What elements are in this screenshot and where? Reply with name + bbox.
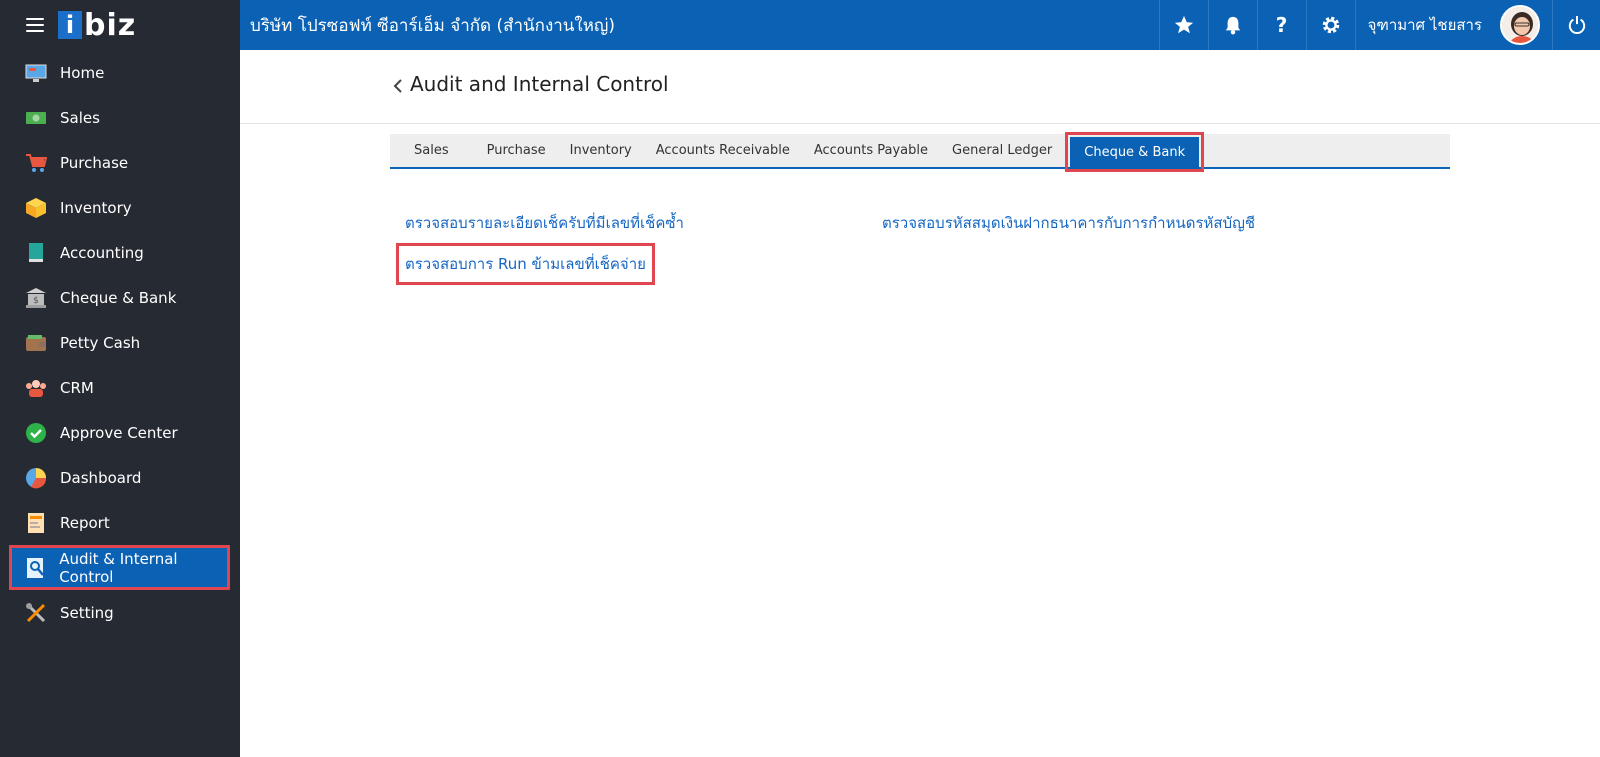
check-circle-icon [25, 422, 47, 444]
back-chevron-icon[interactable] [388, 76, 408, 96]
sidebar-item-audit-internal-control[interactable]: Audit & Internal Control [9, 545, 230, 590]
sidebar: i biz Home Sales Purchase Inventory Acco… [0, 0, 240, 757]
sidebar-item-inventory[interactable]: Inventory [0, 185, 240, 230]
sidebar-item-label: Accounting [60, 243, 144, 262]
monitor-icon [25, 62, 47, 84]
tab-sales[interactable]: Sales [390, 134, 475, 167]
tab-cheque-bank[interactable]: Cheque & Bank [1065, 132, 1205, 172]
sidebar-item-label: Approve Center [60, 423, 178, 442]
sidebar-item-crm[interactable]: CRM [0, 365, 240, 410]
tools-icon [25, 602, 47, 624]
settings-gear-icon[interactable] [1305, 0, 1355, 50]
tab-accounts-payable[interactable]: Accounts Payable [802, 134, 940, 167]
link-duplicate-received-cheque[interactable]: ตรวจสอบรายละเอียดเช็ครับที่มีเลขที่เช็คซ… [405, 211, 684, 235]
box-icon [25, 197, 47, 219]
sidebar-item-accounting[interactable]: Accounting [0, 230, 240, 275]
sidebar-item-label: Report [60, 513, 110, 532]
hamburger-menu-icon[interactable] [26, 18, 44, 32]
sidebar-item-dashboard[interactable]: Dashboard [0, 455, 240, 500]
sidebar-item-label: Petty Cash [60, 333, 141, 352]
power-logout-icon[interactable] [1552, 0, 1600, 50]
app-logo[interactable]: i biz [58, 8, 136, 43]
logo-text: biz [84, 7, 137, 43]
sidebar-item-petty-cash[interactable]: Petty Cash [0, 320, 240, 365]
sidebar-menu: Home Sales Purchase Inventory Accounting… [0, 50, 240, 635]
notification-bell-icon[interactable] [1207, 0, 1257, 50]
link-skipped-paid-cheque-run[interactable]: ตรวจสอบการ Run ข้ามเลขที่เช็คจ่าย [396, 243, 655, 285]
user-name: จุฑามาศ ไชยสาร [1367, 16, 1482, 34]
sidebar-item-label: Inventory [60, 198, 132, 217]
favorite-star-icon[interactable] [1158, 0, 1208, 50]
tab-general-ledger[interactable]: General Ledger [940, 134, 1064, 167]
logo-letter: i [58, 11, 82, 39]
book-icon [25, 242, 47, 264]
sidebar-item-cheque-bank[interactable]: $ Cheque & Bank [0, 275, 240, 320]
people-icon [25, 377, 47, 399]
sidebar-item-sales[interactable]: Sales [0, 95, 240, 140]
sidebar-item-label: Home [60, 63, 105, 82]
sidebar-item-label: Cheque & Bank [60, 288, 177, 307]
sidebar-item-label: Setting [60, 603, 114, 622]
help-icon[interactable]: ? [1256, 0, 1306, 50]
sidebar-item-approve-center[interactable]: Approve Center [0, 410, 240, 455]
sidebar-item-setting[interactable]: Setting [0, 590, 240, 635]
link-bank-book-account-code[interactable]: ตรวจสอบรหัสสมุดเงินฝากธนาคารกับการกำหนดร… [882, 211, 1255, 235]
sidebar-item-label: Sales [60, 108, 100, 127]
module-tabs: Sales Purchase Inventory Accounts Receiv… [390, 132, 1450, 172]
sidebar-item-report[interactable]: Report [0, 500, 240, 545]
top-header: บริษัท โปรซอฟท์ ซีอาร์เอ็ม จำกัด (สำนักง… [240, 0, 1600, 50]
sidebar-item-label: CRM [60, 378, 94, 397]
tab-accounts-receivable[interactable]: Accounts Receivable [644, 134, 802, 167]
audit-icon [25, 557, 46, 579]
bank-icon: $ [25, 287, 47, 309]
wallet-icon [25, 332, 47, 354]
avatar[interactable] [1500, 5, 1540, 45]
user-menu[interactable]: จุฑามาศ ไชยสาร [1354, 0, 1500, 50]
page-header: Audit and Internal Control [240, 50, 1600, 124]
sidebar-item-label: Audit & Internal Control [59, 549, 178, 586]
cart-icon [25, 152, 47, 174]
report-icon [25, 512, 47, 534]
cash-icon [25, 107, 47, 129]
sidebar-item-label: Purchase [60, 153, 129, 172]
sidebar-item-home[interactable]: Home [0, 50, 240, 95]
tab-inventory[interactable]: Inventory [558, 134, 644, 167]
company-name[interactable]: บริษัท โปรซอฟท์ ซีอาร์เอ็ม จำกัด (สำนักง… [240, 12, 1159, 39]
sidebar-item-purchase[interactable]: Purchase [0, 140, 240, 185]
tab-purchase[interactable]: Purchase [475, 134, 558, 167]
page-title: Audit and Internal Control [410, 72, 669, 96]
brand-bar: i biz [0, 0, 240, 50]
sidebar-item-label: Dashboard [60, 468, 142, 487]
pie-chart-icon [25, 467, 47, 489]
svg-text:$: $ [33, 296, 39, 306]
